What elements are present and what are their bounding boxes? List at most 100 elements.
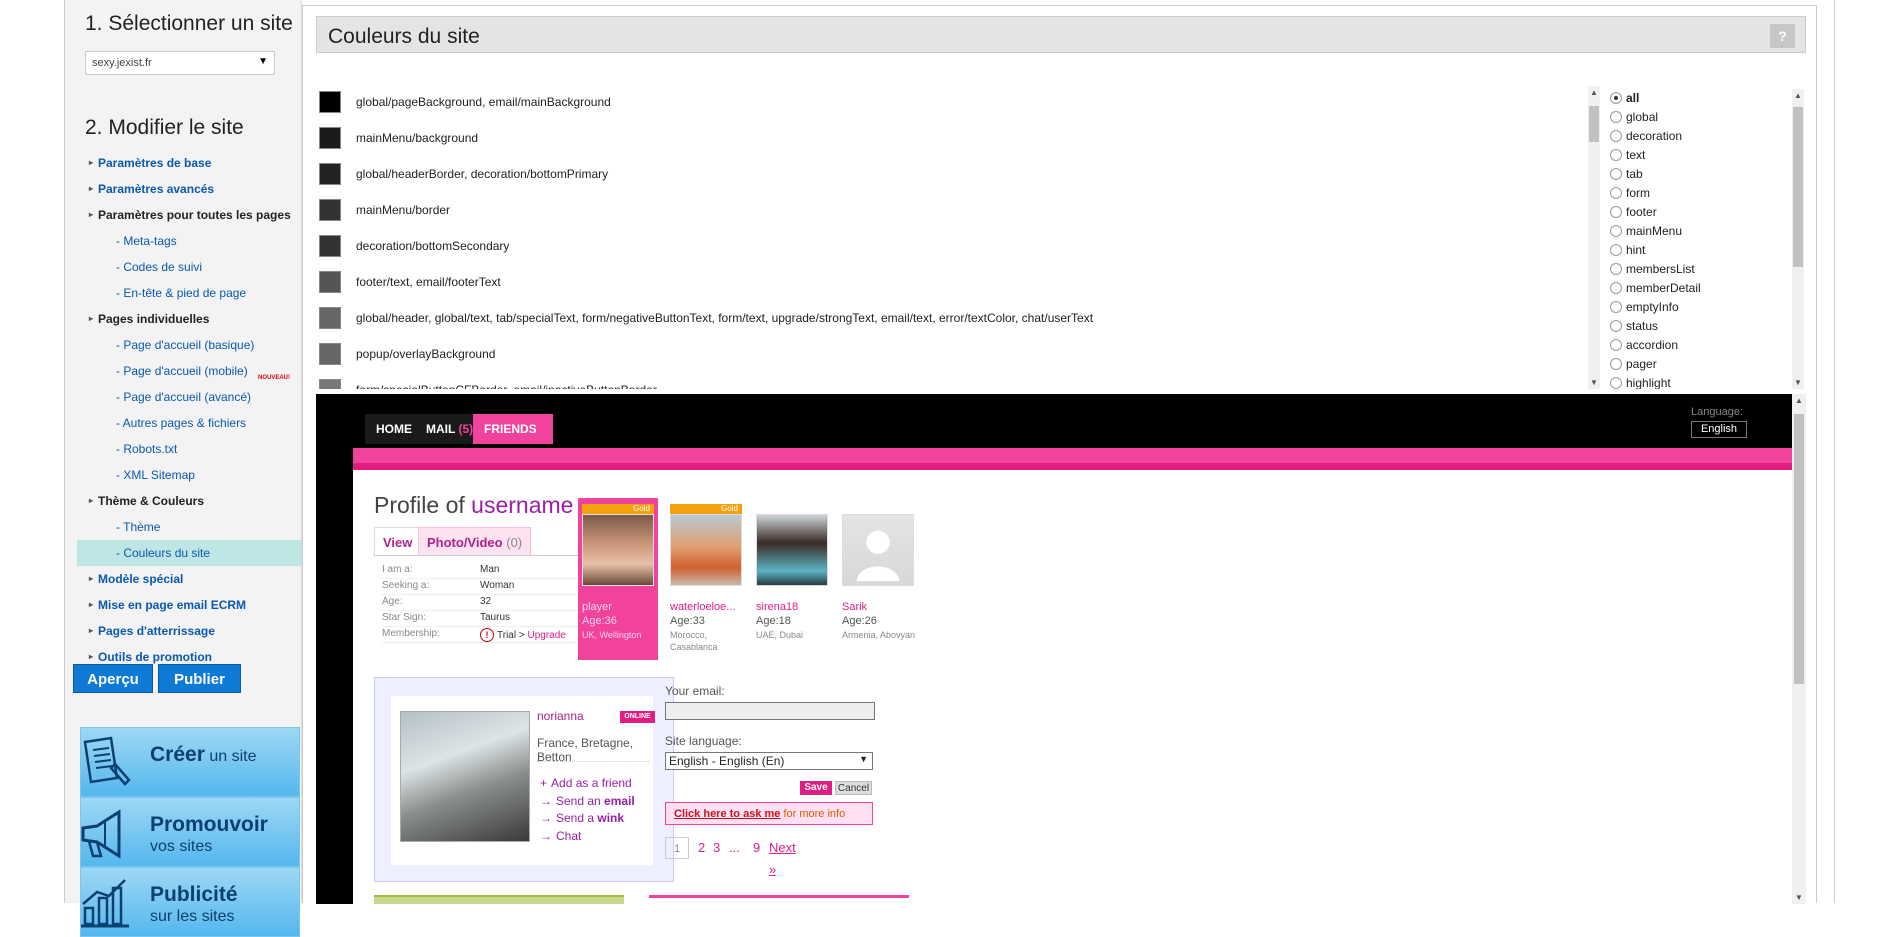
color-row[interactable]: footer/text, email/footerText <box>319 266 1599 302</box>
sidebar-sub-item[interactable]: - Page d'accueil (mobile) NOUVEAU! <box>65 358 302 384</box>
sidebar-sub-item[interactable]: - Codes de suivi <box>65 254 302 280</box>
filter-option[interactable]: form <box>1608 184 1768 203</box>
sidebar-sub-item[interactable]: - Page d'accueil (basique) <box>65 332 302 358</box>
color-swatch[interactable] <box>319 91 341 113</box>
color-list-scrollbar[interactable]: ▲ ▼ <box>1588 86 1600 389</box>
sidebar-sub-item[interactable]: - Robots.txt <box>65 436 302 462</box>
filter-option[interactable]: tab <box>1608 165 1768 184</box>
card-action-link[interactable]: → Chat <box>540 829 581 843</box>
promo-banner[interactable]: Créer un site <box>80 727 300 797</box>
member-name[interactable]: sirena18 <box>756 601 798 613</box>
color-swatch[interactable] <box>319 235 341 257</box>
color-row[interactable]: decoration/bottomSecondary <box>319 230 1599 266</box>
filter-scrollbar[interactable]: ▲ ▼ <box>1792 89 1804 389</box>
pager-page[interactable]: 3 <box>713 837 720 859</box>
radio-button[interactable] <box>1610 130 1622 142</box>
member-card-name[interactable]: norianna <box>537 709 584 723</box>
scroll-thumb[interactable] <box>1589 106 1599 142</box>
preview-button[interactable]: Aperçu <box>73 664 153 693</box>
filter-option[interactable]: status <box>1608 317 1768 336</box>
filter-option[interactable]: hint <box>1608 241 1768 260</box>
member-name[interactable]: player <box>582 601 612 613</box>
preview-scrollbar[interactable]: ▲ ▼ <box>1792 394 1806 904</box>
color-swatch[interactable] <box>319 199 341 221</box>
card-action-link[interactable]: + Add as a friend <box>540 776 632 790</box>
member-thumb[interactable]: sirena18 Age:18 UAE, Dubai <box>756 498 836 660</box>
color-swatch[interactable] <box>319 271 341 293</box>
radio-button[interactable] <box>1610 168 1622 180</box>
sidebar-sub-item[interactable]: - Thème <box>65 514 302 540</box>
radio-button[interactable] <box>1610 301 1622 313</box>
radio-button[interactable] <box>1610 92 1622 104</box>
member-name[interactable]: Sarik <box>842 601 867 613</box>
radio-button[interactable] <box>1610 206 1622 218</box>
sidebar-menu-item[interactable]: ▸ Pages d'atterrissage <box>65 618 302 644</box>
filter-option[interactable]: membersList <box>1608 260 1768 279</box>
scroll-down-icon[interactable]: ▼ <box>1794 378 1802 387</box>
sidebar-menu-item[interactable]: ▸ Paramètres de base <box>65 150 302 176</box>
radio-button[interactable] <box>1610 377 1622 389</box>
color-swatch[interactable] <box>319 343 341 365</box>
card-action-link[interactable]: → Send a wink <box>540 811 624 825</box>
cancel-button[interactable]: Cancel <box>835 781 872 795</box>
scroll-thumb[interactable] <box>1794 414 1804 684</box>
color-row[interactable]: mainMenu/background <box>319 122 1599 158</box>
scroll-up-icon[interactable]: ▲ <box>1794 91 1802 100</box>
filter-option[interactable]: text <box>1608 146 1768 165</box>
member-thumb[interactable]: Gold waterloeloe... Age:33 Morocco, Casabla… <box>670 498 750 660</box>
radio-button[interactable] <box>1610 187 1622 199</box>
profile-tab-view[interactable]: View <box>374 527 422 556</box>
radio-button[interactable] <box>1610 320 1622 332</box>
filter-option[interactable]: mainMenu <box>1608 222 1768 241</box>
site-language-select[interactable]: English - English (En) ▼ <box>665 752 873 770</box>
color-row[interactable]: global/header, global/text, tab/specialT… <box>319 302 1599 338</box>
filter-option[interactable]: footer <box>1608 203 1768 222</box>
member-photo[interactable] <box>756 514 828 586</box>
color-row[interactable]: global/pageBackground, email/mainBackgro… <box>319 86 1599 122</box>
member-name[interactable]: waterloeloe... <box>670 601 735 613</box>
sidebar-sub-item[interactable]: - Page d'accueil (avancé) <box>65 384 302 410</box>
sidebar-sub-item-active[interactable]: - Couleurs du site <box>77 540 302 566</box>
filter-option[interactable]: memberDetail <box>1608 279 1768 298</box>
sidebar-sub-item[interactable]: - En-tête & pied de page <box>65 280 302 306</box>
upgrade-link[interactable]: Upgrade <box>527 630 565 641</box>
scroll-thumb[interactable] <box>1793 107 1803 267</box>
filter-option[interactable]: global <box>1608 108 1768 127</box>
filter-option[interactable]: emptyInfo <box>1608 298 1768 317</box>
sidebar-menu-item[interactable]: ▸ Thème & Couleurs <box>65 488 302 514</box>
color-row[interactable]: form/specialButtonCFBorder, email/inacti… <box>319 374 1599 389</box>
member-photo[interactable] <box>842 514 914 586</box>
sidebar-menu-item[interactable]: ▸ Pages individuelles <box>65 306 302 332</box>
filter-option[interactable]: all <box>1608 89 1768 108</box>
color-swatch[interactable] <box>319 379 341 389</box>
language-button[interactable]: English <box>1691 421 1747 438</box>
radio-button[interactable] <box>1610 358 1622 370</box>
radio-button[interactable] <box>1610 282 1622 294</box>
pager-page[interactable]: 1 <box>665 837 689 859</box>
member-photo[interactable] <box>582 514 654 586</box>
sidebar-sub-item[interactable]: - Autres pages & fichiers <box>65 410 302 436</box>
radio-button[interactable] <box>1610 225 1622 237</box>
scroll-up-icon[interactable]: ▲ <box>1795 396 1803 405</box>
color-row[interactable]: popup/overlayBackground <box>319 338 1599 374</box>
color-swatch[interactable] <box>319 163 341 185</box>
color-row[interactable]: mainMenu/border <box>319 194 1599 230</box>
pager-page[interactable]: 9 <box>753 837 760 859</box>
filter-option[interactable]: pager <box>1608 355 1768 374</box>
member-photo[interactable] <box>670 514 742 586</box>
email-field[interactable] <box>665 702 875 720</box>
radio-button[interactable] <box>1610 263 1622 275</box>
sidebar-sub-item[interactable]: - Meta-tags <box>65 228 302 254</box>
radio-button[interactable] <box>1610 244 1622 256</box>
sidebar-sub-item[interactable]: - XML Sitemap <box>65 462 302 488</box>
publish-button[interactable]: Publier <box>158 664 241 693</box>
pager-page[interactable]: 2 <box>698 837 705 859</box>
radio-button[interactable] <box>1610 149 1622 161</box>
sidebar-menu-item[interactable]: ▸ Paramètres avancés <box>65 176 302 202</box>
hint-link[interactable]: Click here to ask me <box>674 808 780 820</box>
sidebar-menu-item[interactable]: ▸ Mise en page email ECRM <box>65 592 302 618</box>
sidebar-menu-item[interactable]: ▸ Modèle spécial <box>65 566 302 592</box>
promo-banner[interactable]: Promouvoir vos sites <box>80 797 300 867</box>
preview-tab-friends[interactable]: FRIENDS <box>473 414 553 444</box>
color-swatch[interactable] <box>319 307 341 329</box>
